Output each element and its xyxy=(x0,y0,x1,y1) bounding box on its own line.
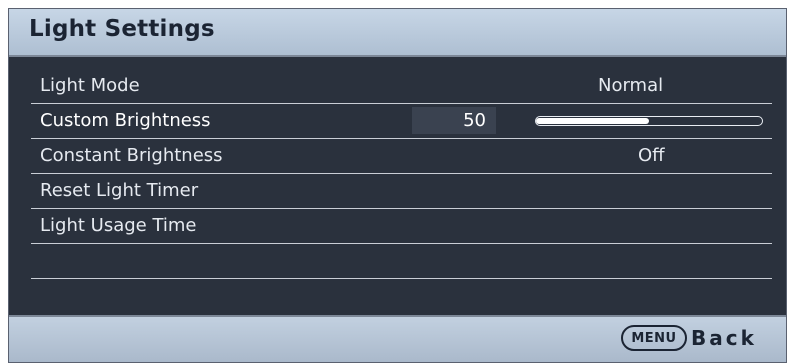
constant-brightness-value: Off xyxy=(638,145,665,166)
row-constant-brightness[interactable]: Constant Brightness Off xyxy=(31,139,772,174)
row-label: Custom Brightness xyxy=(40,110,211,131)
row-label: Constant Brightness xyxy=(40,145,223,166)
brightness-value: 50 xyxy=(463,110,486,131)
row-empty xyxy=(31,244,772,279)
brightness-slider[interactable] xyxy=(535,116,763,126)
brightness-value-box: 50 xyxy=(412,107,496,134)
menu-key-label: MENU xyxy=(631,331,677,346)
page-title: Light Settings xyxy=(29,16,215,42)
row-label: Light Mode xyxy=(40,75,140,96)
footer-bar: MENU Back xyxy=(9,315,786,362)
title-bar: Light Settings xyxy=(9,9,786,57)
row-reset-light-timer[interactable]: Reset Light Timer xyxy=(31,174,772,209)
row-label: Light Usage Time xyxy=(40,215,197,236)
settings-list: Light Mode Normal Custom Brightness 50 C… xyxy=(9,57,786,317)
row-custom-brightness[interactable]: Custom Brightness 50 xyxy=(31,104,772,139)
row-label: Reset Light Timer xyxy=(40,180,199,201)
brightness-slider-fill xyxy=(536,118,649,124)
osd-panel: Light Settings Light Mode Normal Custom … xyxy=(8,8,787,363)
row-light-usage-time[interactable]: Light Usage Time xyxy=(31,209,772,244)
row-light-mode[interactable]: Light Mode Normal xyxy=(31,69,772,104)
light-mode-value: Normal xyxy=(598,75,664,96)
menu-key-icon[interactable]: MENU xyxy=(621,325,687,351)
back-label[interactable]: Back xyxy=(691,326,757,350)
